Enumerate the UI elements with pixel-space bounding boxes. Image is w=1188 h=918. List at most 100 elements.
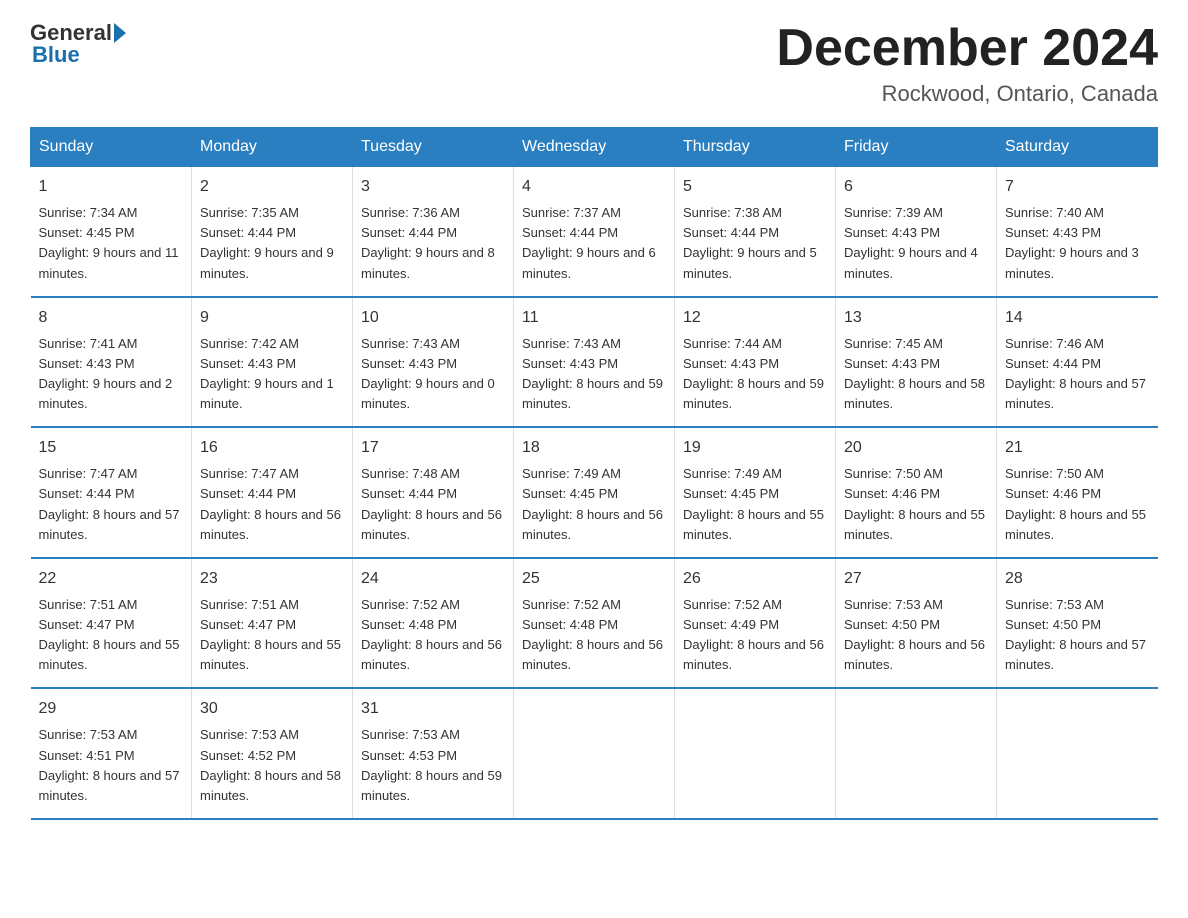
cell-content: Sunrise: 7:50 AMSunset: 4:46 PMDaylight:… — [844, 464, 988, 545]
location: Rockwood, Ontario, Canada — [776, 81, 1158, 107]
list-item: 1 Sunrise: 7:34 AMSunset: 4:45 PMDaylight… — [31, 167, 192, 297]
month-title: December 2024 — [776, 20, 1158, 77]
logo-blue-text: Blue — [32, 42, 80, 68]
cell-content: Sunrise: 7:51 AMSunset: 4:47 PMDaylight:… — [200, 595, 344, 676]
day-number: 24 — [361, 567, 505, 591]
cell-content: Sunrise: 7:45 AMSunset: 4:43 PMDaylight:… — [844, 334, 988, 415]
day-number: 21 — [1005, 436, 1150, 460]
list-item: 9Sunrise: 7:42 AMSunset: 4:43 PMDaylight… — [192, 297, 353, 428]
cell-content: Sunrise: 7:46 AMSunset: 4:44 PMDaylight:… — [1005, 334, 1150, 415]
list-item: 2Sunrise: 7:35 AMSunset: 4:44 PMDaylight… — [192, 167, 353, 297]
cell-content: Sunrise: 7:53 AMSunset: 4:52 PMDaylight:… — [200, 725, 344, 806]
cell-content: Sunrise: 7:43 AMSunset: 4:43 PMDaylight:… — [361, 334, 505, 415]
list-item — [997, 688, 1158, 819]
list-item: 24 Sunrise: 7:52 AMSunset: 4:48 PMDayligh… — [353, 558, 514, 689]
day-number: 19 — [683, 436, 827, 460]
table-row: 22 Sunrise: 7:51 AMSunset: 4:47 PMDayligh… — [31, 558, 1158, 689]
list-item: 29 Sunrise: 7:53 AMSunset: 4:51 PMDayligh… — [31, 688, 192, 819]
list-item: 25Sunrise: 7:52 AMSunset: 4:48 PMDayligh… — [514, 558, 675, 689]
list-item: 26Sunrise: 7:52 AMSunset: 4:49 PMDayligh… — [675, 558, 836, 689]
logo: General Blue — [30, 20, 128, 68]
day-number: 25 — [522, 567, 666, 591]
list-item: 21 Sunrise: 7:50 AMSunset: 4:46 PMDayligh… — [997, 427, 1158, 558]
table-row: 15 Sunrise: 7:47 AMSunset: 4:44 PMDayligh… — [31, 427, 1158, 558]
cell-content: Sunrise: 7:53 AMSunset: 4:50 PMDaylight:… — [844, 595, 988, 676]
cell-content: Sunrise: 7:40 AMSunset: 4:43 PMDaylight:… — [1005, 203, 1150, 284]
day-number: 18 — [522, 436, 666, 460]
day-number: 8 — [39, 306, 184, 330]
table-row: 29 Sunrise: 7:53 AMSunset: 4:51 PMDayligh… — [31, 688, 1158, 819]
page-header: General Blue December 2024 Rockwood, Ont… — [30, 20, 1158, 107]
cell-content: Sunrise: 7:52 AMSunset: 4:49 PMDaylight:… — [683, 595, 827, 676]
day-number: 3 — [361, 175, 505, 199]
list-item: 6 Sunrise: 7:39 AMSunset: 4:43 PMDaylight… — [836, 167, 997, 297]
cell-content: Sunrise: 7:51 AMSunset: 4:47 PMDaylight:… — [39, 595, 184, 676]
cell-content: Sunrise: 7:38 AMSunset: 4:44 PMDaylight:… — [683, 203, 827, 284]
list-item: 23Sunrise: 7:51 AMSunset: 4:47 PMDayligh… — [192, 558, 353, 689]
list-item: 13 Sunrise: 7:45 AMSunset: 4:43 PMDayligh… — [836, 297, 997, 428]
list-item: 3Sunrise: 7:36 AMSunset: 4:44 PMDaylight… — [353, 167, 514, 297]
day-number: 29 — [39, 697, 184, 721]
list-item: 4 Sunrise: 7:37 AMSunset: 4:44 PMDaylight… — [514, 167, 675, 297]
list-item — [675, 688, 836, 819]
list-item: 28 Sunrise: 7:53 AMSunset: 4:50 PMDayligh… — [997, 558, 1158, 689]
header-row: Sunday Monday Tuesday Wednesday Thursday… — [31, 128, 1158, 167]
day-number: 10 — [361, 306, 505, 330]
day-number: 5 — [683, 175, 827, 199]
cell-content: Sunrise: 7:44 AMSunset: 4:43 PMDaylight:… — [683, 334, 827, 415]
list-item: 11 Sunrise: 7:43 AMSunset: 4:43 PMDayligh… — [514, 297, 675, 428]
cell-content: Sunrise: 7:53 AMSunset: 4:53 PMDaylight:… — [361, 725, 505, 806]
cell-content: Sunrise: 7:53 AMSunset: 4:51 PMDaylight:… — [39, 725, 184, 806]
day-number: 12 — [683, 306, 827, 330]
day-number: 30 — [200, 697, 344, 721]
list-item: 18Sunrise: 7:49 AMSunset: 4:45 PMDayligh… — [514, 427, 675, 558]
cell-content: Sunrise: 7:47 AMSunset: 4:44 PMDaylight:… — [39, 464, 184, 545]
day-number: 31 — [361, 697, 505, 721]
cell-content: Sunrise: 7:41 AMSunset: 4:43 PMDaylight:… — [39, 334, 184, 415]
list-item: 17Sunrise: 7:48 AMSunset: 4:44 PMDayligh… — [353, 427, 514, 558]
title-block: December 2024 Rockwood, Ontario, Canada — [776, 20, 1158, 107]
col-friday: Friday — [836, 128, 997, 167]
day-number: 4 — [522, 175, 666, 199]
list-item: 14Sunrise: 7:46 AMSunset: 4:44 PMDayligh… — [997, 297, 1158, 428]
cell-content: Sunrise: 7:37 AMSunset: 4:44 PMDaylight:… — [522, 203, 666, 284]
day-number: 15 — [39, 436, 184, 460]
day-number: 22 — [39, 567, 184, 591]
col-thursday: Thursday — [675, 128, 836, 167]
col-saturday: Saturday — [997, 128, 1158, 167]
day-number: 1 — [39, 175, 184, 199]
list-item: 19Sunrise: 7:49 AMSunset: 4:45 PMDayligh… — [675, 427, 836, 558]
cell-content: Sunrise: 7:47 AMSunset: 4:44 PMDaylight:… — [200, 464, 344, 545]
list-item — [514, 688, 675, 819]
cell-content: Sunrise: 7:52 AMSunset: 4:48 PMDaylight:… — [361, 595, 505, 676]
cell-content: Sunrise: 7:43 AMSunset: 4:43 PMDaylight:… — [522, 334, 666, 415]
list-item: 20Sunrise: 7:50 AMSunset: 4:46 PMDayligh… — [836, 427, 997, 558]
cell-content: Sunrise: 7:53 AMSunset: 4:50 PMDaylight:… — [1005, 595, 1150, 676]
day-number: 6 — [844, 175, 988, 199]
list-item: 10 Sunrise: 7:43 AMSunset: 4:43 PMDayligh… — [353, 297, 514, 428]
cell-content: Sunrise: 7:39 AMSunset: 4:43 PMDaylight:… — [844, 203, 988, 284]
col-sunday: Sunday — [31, 128, 192, 167]
list-item: 30 Sunrise: 7:53 AMSunset: 4:52 PMDayligh… — [192, 688, 353, 819]
list-item: 16 Sunrise: 7:47 AMSunset: 4:44 PMDayligh… — [192, 427, 353, 558]
day-number: 2 — [200, 175, 344, 199]
table-row: 8 Sunrise: 7:41 AMSunset: 4:43 PMDaylight… — [31, 297, 1158, 428]
list-item: 15 Sunrise: 7:47 AMSunset: 4:44 PMDayligh… — [31, 427, 192, 558]
logo-arrow-icon — [114, 23, 126, 43]
col-tuesday: Tuesday — [353, 128, 514, 167]
list-item: 7Sunrise: 7:40 AMSunset: 4:43 PMDaylight… — [997, 167, 1158, 297]
cell-content: Sunrise: 7:50 AMSunset: 4:46 PMDaylight:… — [1005, 464, 1150, 545]
col-monday: Monday — [192, 128, 353, 167]
day-number: 13 — [844, 306, 988, 330]
cell-content: Sunrise: 7:42 AMSunset: 4:43 PMDaylight:… — [200, 334, 344, 415]
col-wednesday: Wednesday — [514, 128, 675, 167]
day-number: 28 — [1005, 567, 1150, 591]
cell-content: Sunrise: 7:48 AMSunset: 4:44 PMDaylight:… — [361, 464, 505, 545]
day-number: 11 — [522, 306, 666, 330]
list-item: 8 Sunrise: 7:41 AMSunset: 4:43 PMDaylight… — [31, 297, 192, 428]
day-number: 27 — [844, 567, 988, 591]
list-item: 27 Sunrise: 7:53 AMSunset: 4:50 PMDayligh… — [836, 558, 997, 689]
cell-content: Sunrise: 7:34 AMSunset: 4:45 PMDaylight:… — [39, 203, 184, 284]
day-number: 16 — [200, 436, 344, 460]
table-row: 1 Sunrise: 7:34 AMSunset: 4:45 PMDaylight… — [31, 167, 1158, 297]
